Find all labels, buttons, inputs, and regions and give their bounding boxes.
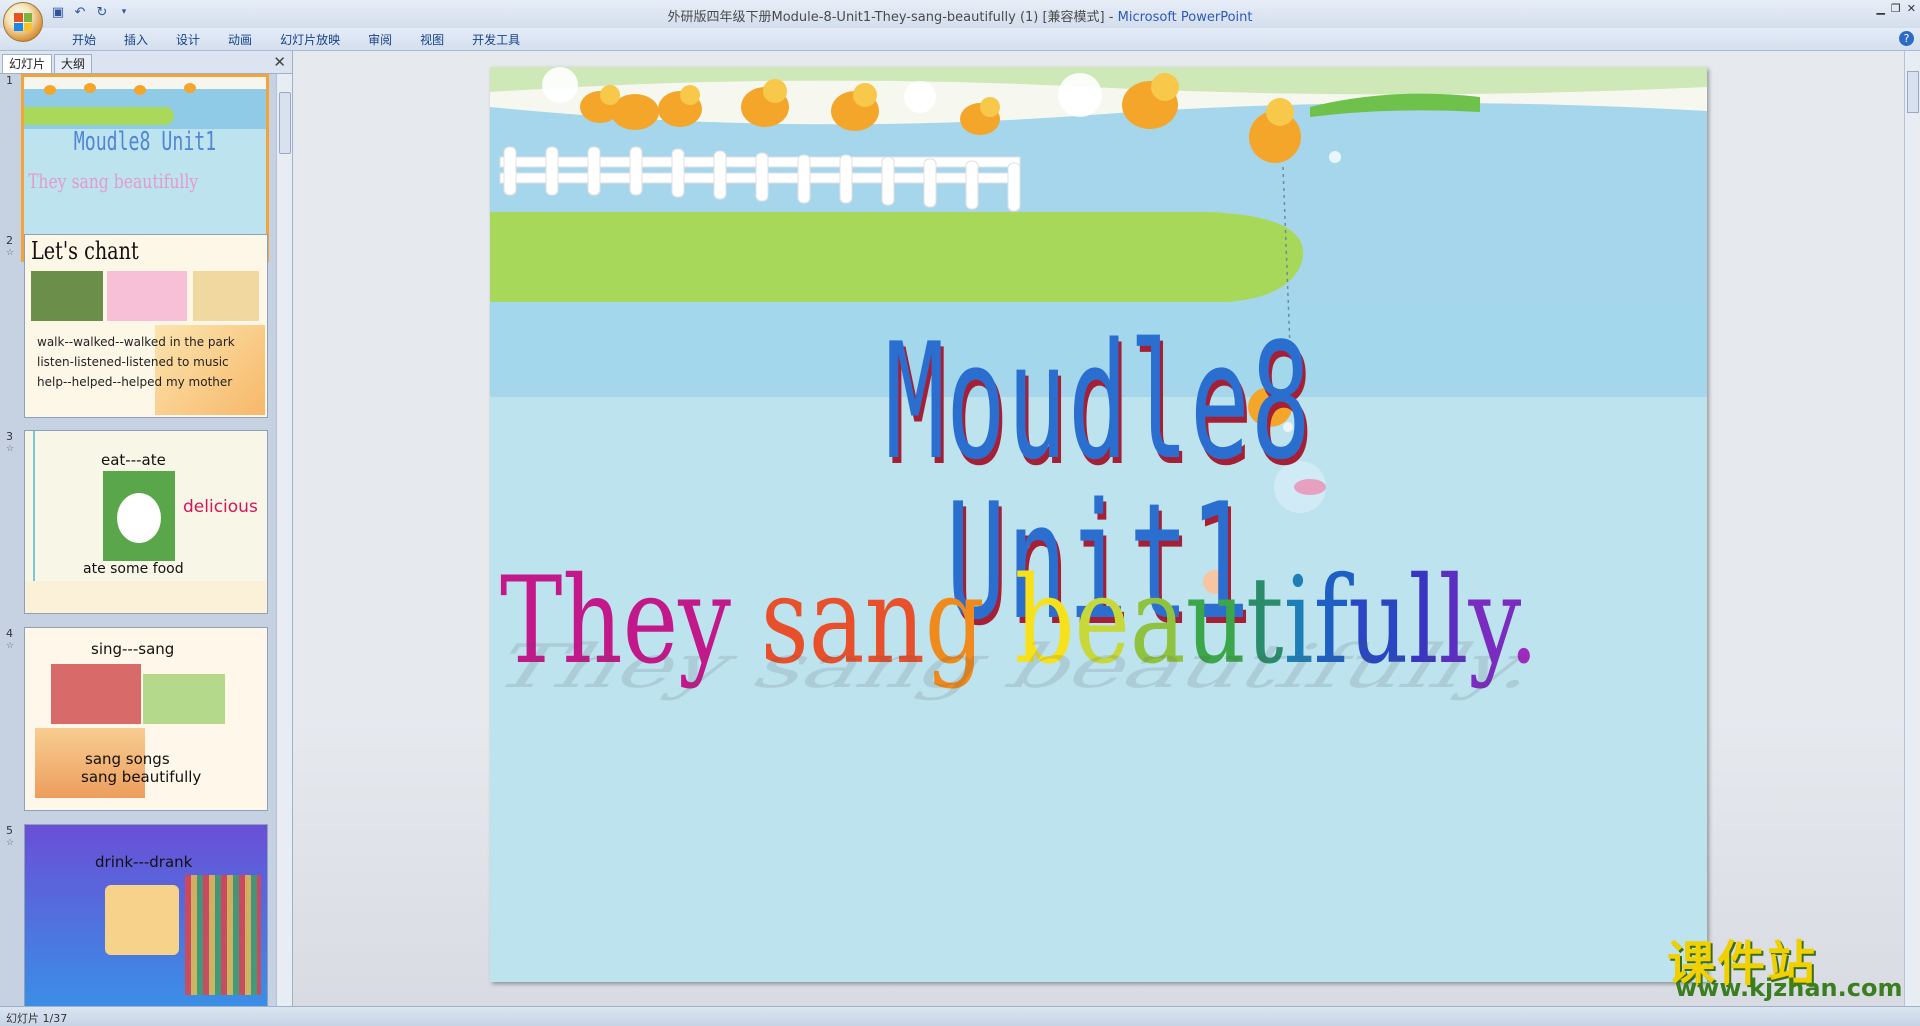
office-button[interactable] [3, 2, 43, 42]
thumb-subtitle: They sang beautifully [28, 169, 199, 193]
slide-number: 3 [6, 430, 13, 443]
thumb-line: sang songs [85, 750, 170, 768]
thumb-line: sing---sang [91, 640, 175, 658]
window-controls: ▁ ❐ ✕ [1876, 2, 1916, 15]
scrollbar-thumb[interactable] [1907, 71, 1919, 113]
current-slide[interactable]: Moudle8 Unit1 They sang beautifully. The… [490, 67, 1707, 982]
thumb-line: walk--walked--walked in the park [37, 335, 235, 349]
thumbnail-scrollbar[interactable] [276, 74, 292, 1006]
slide-editor: Moudle8 Unit1 They sang beautifully. The… [293, 51, 1905, 1006]
thumb-line: eat---ate [101, 451, 166, 469]
ribbon-tabs: 开始 插入 设计 动画 幻灯片放映 审阅 视图 开发工具 ? [0, 28, 1920, 51]
slide-number: 4 [6, 627, 13, 640]
tab-slideshow[interactable]: 幻灯片放映 [266, 31, 354, 48]
close-icon[interactable]: ✕ [273, 53, 286, 71]
thumb-line: help--helped--helped my mother [37, 375, 233, 389]
tab-view[interactable]: 视图 [406, 31, 458, 48]
slide-thumbnail[interactable]: Let's chant walk--walked--walked in the … [24, 234, 268, 418]
slide-thumbnail[interactable]: drink---drank [24, 824, 268, 1006]
tab-home[interactable]: 开始 [58, 31, 110, 48]
help-icon[interactable]: ? [1899, 31, 1914, 46]
slide-thumbnail[interactable]: sing---sang sang songs sang beautifully [24, 627, 268, 811]
thumb-line: listen-listened-listened to music [37, 355, 229, 369]
scrollbar-thumb[interactable] [279, 92, 291, 154]
animation-star-icon: ☆ [6, 444, 15, 454]
tab-animations[interactable]: 动画 [214, 31, 266, 48]
pane-tabs: 幻灯片 大纲 ✕ [0, 51, 292, 74]
slide-number: 1 [6, 74, 13, 87]
thumb-line: delicious [183, 497, 258, 517]
slide-number: 5 [6, 824, 13, 837]
tab-design[interactable]: 设计 [162, 31, 214, 48]
watermark-url: www.kjzhan.com [1675, 974, 1903, 1002]
animation-star-icon: ☆ [6, 248, 15, 258]
slides-pane: 幻灯片 大纲 ✕ 1 Moudle8 Unit1 They sang beaut… [0, 51, 293, 1006]
editor-scrollbar[interactable] [1904, 51, 1920, 1006]
minimize-icon[interactable]: ▁ [1876, 2, 1884, 15]
thumb-line: sang beautifully [81, 768, 202, 786]
restore-icon[interactable]: ❐ [1891, 2, 1901, 15]
tab-review[interactable]: 审阅 [354, 31, 406, 48]
slide-count: 幻灯片 1/37 [6, 1012, 68, 1025]
slide-subtitle[interactable]: They sang beautifully. They sang beautif… [490, 557, 1561, 702]
thumb-line: ate some food [83, 561, 184, 577]
thumb-title: Let's chant [31, 237, 139, 265]
animation-star-icon: ☆ [6, 838, 15, 848]
thumb-title: Moudle8 Unit1 [73, 127, 217, 157]
thumbnail-list: 1 Moudle8 Unit1 They sang beautifully 2 … [0, 74, 276, 1006]
subtitle-reflection: They sang beautifully. [490, 632, 1562, 702]
slide-thumbnail[interactable]: eat---ate delicious ate some food [24, 430, 268, 614]
tab-insert[interactable]: 插入 [110, 31, 162, 48]
slide-number: 2 [6, 234, 13, 247]
office-logo-icon [14, 13, 32, 31]
tab-developer[interactable]: 开发工具 [458, 31, 534, 48]
animation-star-icon: ☆ [6, 641, 15, 651]
tab-outline[interactable]: 大纲 [54, 54, 93, 73]
status-bar: 幻灯片 1/37 [0, 1006, 1920, 1026]
close-icon[interactable]: ✕ [1907, 2, 1916, 15]
watermark-logo: 课件站 www.kjzhan.com [1667, 924, 1907, 1006]
title-bar: ▣ ↶ ↻ ▾ 外研版四年级下册Module-8-Unit1-They-sang… [0, 0, 1920, 29]
thumb-line: drink---drank [95, 853, 193, 871]
window-title: 外研版四年级下册Module-8-Unit1-They-sang-beautif… [667, 10, 1253, 25]
tab-slides[interactable]: 幻灯片 [2, 54, 53, 73]
